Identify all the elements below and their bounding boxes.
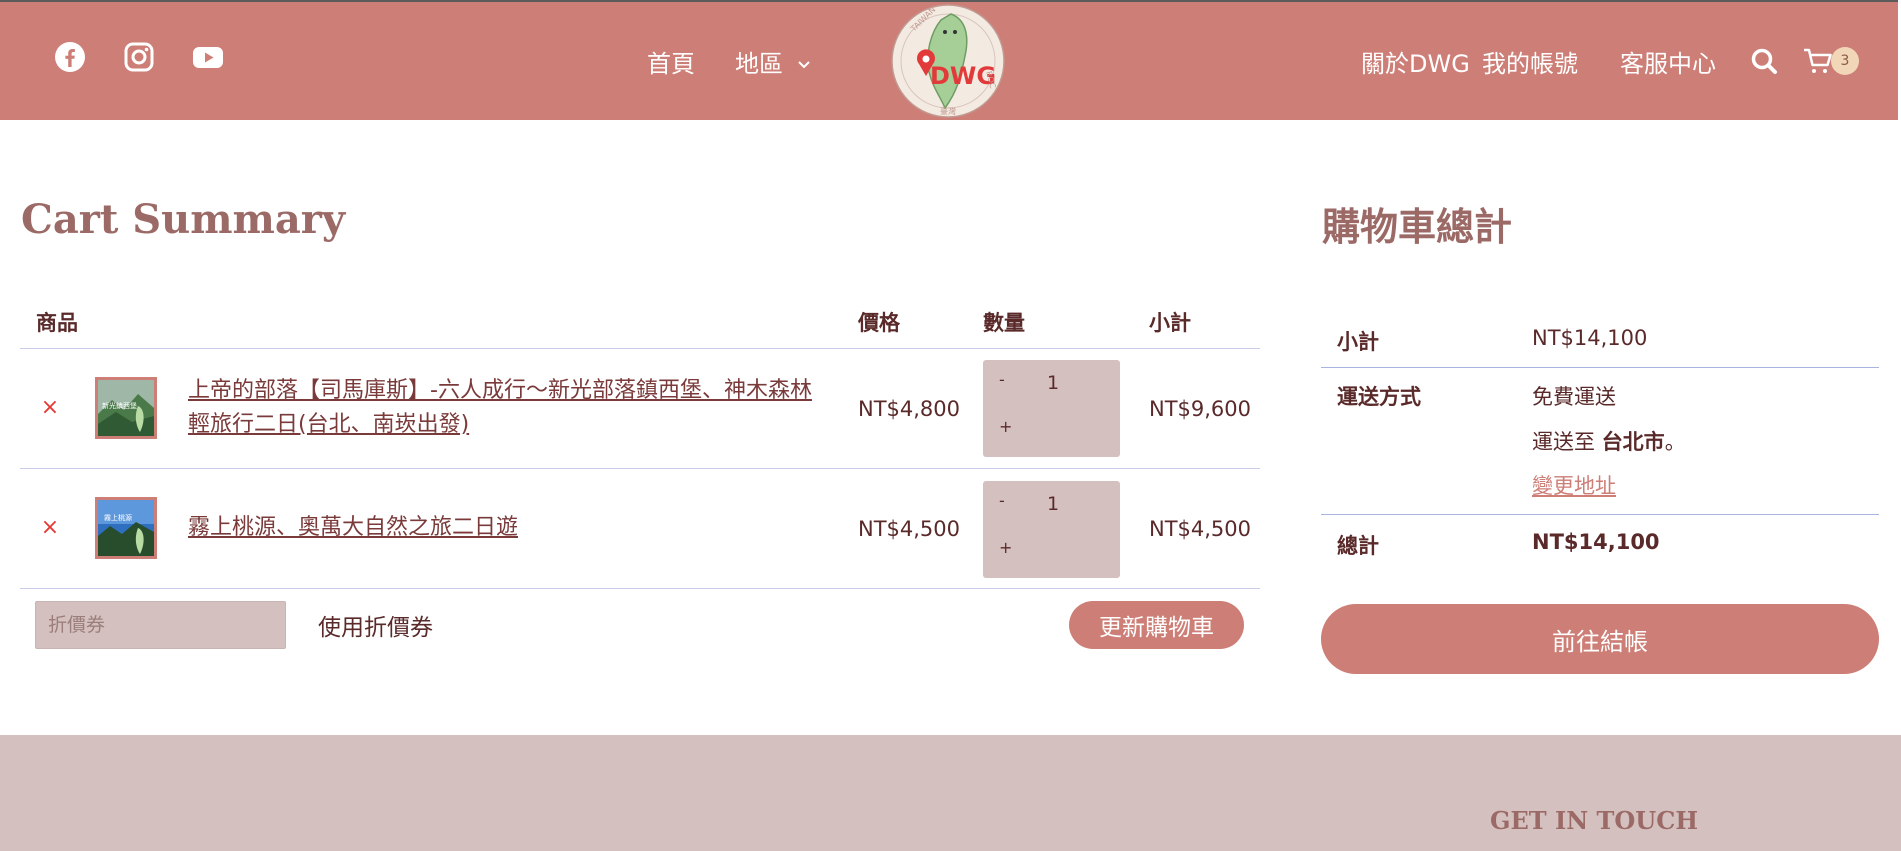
product-image-caption: 霧上桃源 (104, 513, 132, 522)
youtube-glyph (193, 47, 223, 68)
remove-item-button[interactable]: × (39, 395, 61, 420)
row-divider (20, 588, 1260, 589)
qty-value[interactable]: 1 (1033, 493, 1073, 515)
table-header-divider (20, 348, 1260, 349)
search-icon[interactable] (1748, 45, 1780, 77)
ship-to-prefix: 運送至 (1532, 430, 1595, 454)
total-label: 總計 (1337, 534, 1379, 558)
coupon-code-input[interactable] (35, 601, 286, 649)
shipping-method: 免費運送 (1532, 385, 1616, 409)
column-header-price: 價格 (858, 311, 900, 335)
quantity-stepper[interactable]: - 1 + (983, 360, 1120, 457)
row-divider (20, 468, 1260, 469)
search-glyph (1751, 48, 1777, 74)
column-header-product: 商品 (36, 311, 78, 335)
dwg-logo-graphic: DWG TAIWAN ROC 臺灣 (891, 4, 1005, 118)
product-thumbnail[interactable]: 霧上桃源 (95, 497, 157, 559)
qty-increase-button[interactable]: + (999, 417, 1012, 436)
apply-coupon-button[interactable]: 使用折價券 (318, 608, 433, 642)
product-thumbnail[interactable]: 新光鎮西堡 (95, 377, 157, 439)
product-image: 新光鎮西堡 (98, 380, 154, 436)
facebook-glyph (55, 42, 85, 72)
column-header-quantity: 數量 (983, 311, 1025, 335)
product-name-link[interactable]: 霧上桃源、奧萬大自然之旅二日遊 (188, 511, 828, 545)
product-image: 霧上桃源 (98, 500, 154, 556)
item-price: NT$4,800 (858, 397, 961, 421)
cart-glyph (1804, 48, 1832, 73)
totals-subtotal-value: NT$14,100 (1532, 326, 1648, 350)
chevron-down-icon (797, 61, 810, 69)
item-price: NT$4,500 (858, 517, 961, 541)
nav-customer-service[interactable]: 客服中心 (1620, 44, 1716, 79)
instagram-icon[interactable] (122, 40, 156, 74)
qty-value[interactable]: 1 (1033, 372, 1073, 394)
item-subtotal: NT$9,600 (1149, 397, 1252, 421)
quantity-stepper[interactable]: - 1 + (983, 481, 1120, 578)
ship-to-text: 運送至 台北市。 (1532, 426, 1686, 456)
site-logo[interactable]: DWG TAIWAN ROC 臺灣 (889, 2, 1007, 120)
column-header-subtotal: 小計 (1149, 311, 1191, 335)
cart-count-badge[interactable]: 3 (1831, 47, 1859, 75)
nav-my-account[interactable]: 我的帳號 (1482, 44, 1578, 79)
totals-divider (1321, 514, 1879, 515)
product-image-caption: 新光鎮西堡 (102, 401, 137, 410)
facebook-icon[interactable] (53, 40, 87, 74)
nav-home[interactable]: 首頁 (647, 44, 695, 79)
proceed-to-checkout-button[interactable]: 前往結帳 (1321, 604, 1879, 674)
remove-item-button[interactable]: × (39, 515, 61, 540)
instagram-glyph (124, 42, 154, 72)
cart-icon[interactable] (1802, 45, 1834, 77)
site-header: 首頁 地區 DWG TAIWAN ROC 臺灣 關於DWG 我的帳號 客服中心 (0, 0, 1901, 120)
update-cart-button[interactable]: 更新購物車 (1069, 601, 1244, 649)
ship-to-suffix: 。 (1664, 430, 1686, 454)
nav-about[interactable]: 關於DWG (1361, 44, 1470, 79)
totals-divider (1321, 367, 1879, 368)
nav-region-label: 地區 (735, 50, 783, 78)
total-value: NT$14,100 (1532, 530, 1660, 554)
shipping-label: 運送方式 (1337, 385, 1421, 409)
footer-get-in-touch-heading: GET IN TOUCH (1490, 806, 1698, 835)
item-subtotal: NT$4,500 (1149, 517, 1252, 541)
cart-summary-title: Cart Summary (21, 196, 346, 243)
logo-arc-bottom: 臺灣 (940, 106, 956, 116)
change-address-link[interactable]: 變更地址 (1532, 470, 1616, 500)
qty-decrease-button[interactable]: - (999, 491, 1005, 510)
totals-subtotal-label: 小計 (1337, 330, 1379, 354)
nav-region[interactable]: 地區 (735, 44, 811, 79)
qty-increase-button[interactable]: + (999, 538, 1012, 557)
cart-totals-title: 購物車總計 (1322, 205, 1513, 249)
product-name-link[interactable]: 上帝的部落【司馬庫斯】-六人成行～新光部落鎮西堡、神木森林輕旅行二日(台北、南崁… (188, 374, 828, 442)
ship-to-city: 台北市 (1601, 430, 1665, 454)
youtube-icon[interactable] (191, 40, 225, 74)
qty-decrease-button[interactable]: - (999, 370, 1005, 389)
